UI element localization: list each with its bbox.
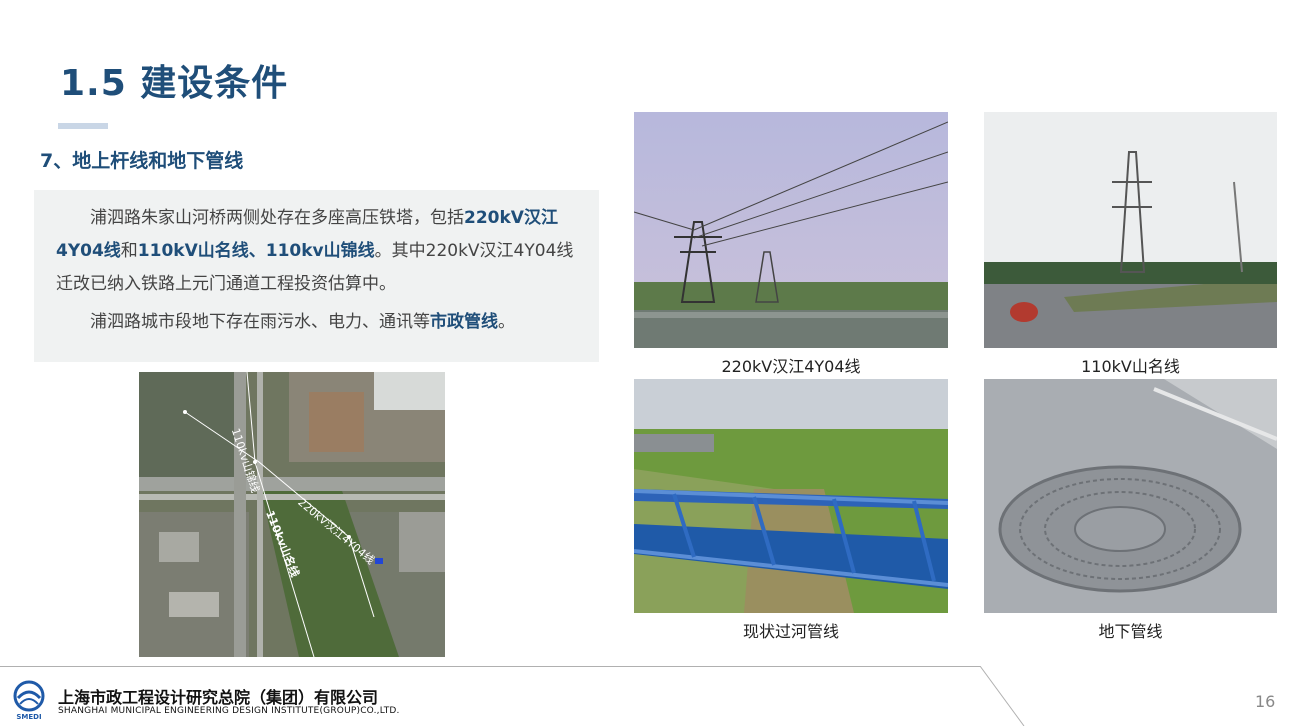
- paragraph-2: 浦泗路城市段地下存在雨污水、电力、通讯等市政管线。: [56, 306, 576, 339]
- p2-highlight-pipelines: 市政管线: [430, 312, 498, 332]
- company-name-cn: 上海市政工程设计研究总院（集团）有限公司: [58, 688, 379, 707]
- photo-220kv-line: [634, 112, 948, 348]
- caption-underground-pipeline: 地下管线: [1098, 622, 1163, 641]
- section-subtitle: 7、地上杆线和地下管线: [40, 150, 244, 172]
- aerial-map-image: 110kv山锦线 220kV汉江4Y04线 110kv山名线: [139, 372, 445, 657]
- p1-text-a: 浦泗路朱家山河桥两侧处存在多座高压铁塔，包括: [90, 208, 464, 228]
- p2-text-c: 。: [498, 312, 515, 332]
- p1-highlight-110kv: 110kV山名线、110kv山锦线: [137, 241, 375, 261]
- page-title: 1.5 建设条件: [60, 63, 289, 104]
- caption-220kv-line: 220kV汉江4Y04线: [721, 357, 861, 376]
- caption-110kv-line: 110kV山名线: [1081, 357, 1180, 376]
- paragraph-1: 浦泗路朱家山河桥两侧处存在多座高压铁塔，包括220kV汉江4Y04线和110kV…: [56, 202, 576, 301]
- photo-river-pipeline: [634, 379, 948, 613]
- company-logo: SMEDI: [10, 680, 48, 724]
- description-box: 浦泗路朱家山河桥两侧处存在多座高压铁塔，包括220kV汉江4Y04线和110kV…: [34, 190, 599, 362]
- footer-slant-line: [979, 666, 1025, 726]
- aerial-map-graphic: [139, 372, 445, 657]
- footer-divider: [0, 666, 980, 667]
- page-number: 16: [1255, 692, 1276, 711]
- p2-text-a: 浦泗路城市段地下存在雨污水、电力、通讯等: [90, 312, 430, 332]
- photo-underground-pipeline: [984, 379, 1277, 613]
- title-underline: [58, 123, 108, 129]
- logo-text: SMEDI: [16, 713, 42, 721]
- p1-text-c: 和: [120, 241, 138, 261]
- caption-river-pipeline: 现状过河管线: [742, 622, 839, 641]
- company-name-en: SHANGHAI MUNICIPAL ENGINEERING DESIGN IN…: [58, 706, 400, 716]
- photo-110kv-line: [984, 112, 1277, 348]
